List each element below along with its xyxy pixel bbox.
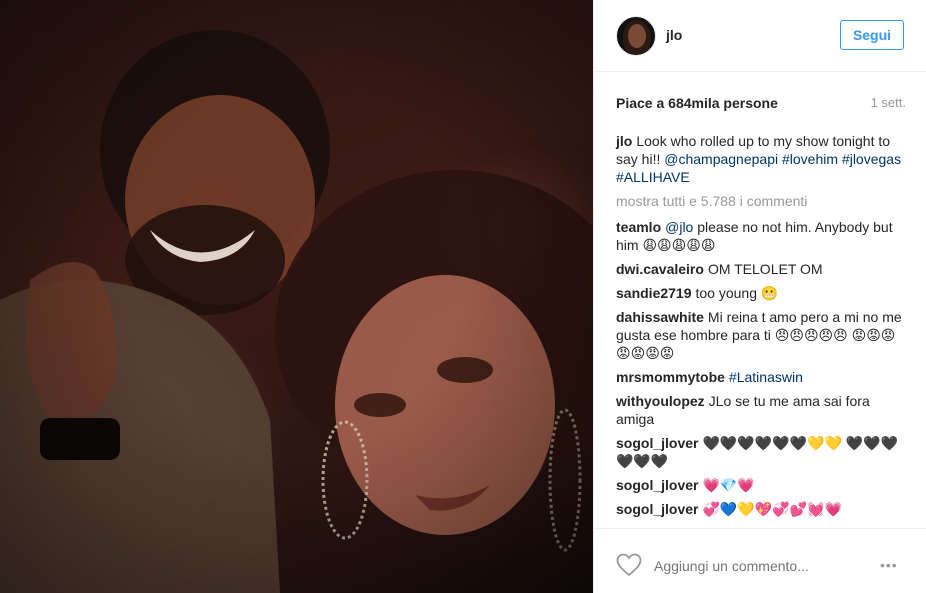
comment-username[interactable]: sogol_jlover <box>616 435 698 451</box>
comment-item: dahissawhite Mi reina t amo pero a mi no … <box>616 308 908 362</box>
comment-item: sogol_jlover 🖤🖤🖤🖤🖤🖤💛💛 🖤🖤🖤🖤🖤🖤 <box>616 434 908 470</box>
comment-text: 💞💙💛💖💞💕💓💗 <box>702 501 842 517</box>
comment-text: 💗💎💗 <box>702 477 755 493</box>
add-comment-input[interactable] <box>652 555 866 577</box>
comment-username[interactable]: dahissawhite <box>616 309 704 325</box>
more-options-icon[interactable]: ••• <box>880 557 898 573</box>
post-time[interactable]: 1 sett. <box>871 95 906 110</box>
caption-username[interactable]: jlo <box>616 133 632 149</box>
avatar-face <box>628 24 646 48</box>
comment-username[interactable]: sogol_jlover <box>616 501 698 517</box>
post-view: jlo Segui Piace a 684mila persone 1 sett… <box>0 0 926 593</box>
comment-item: mrsmommytobe #Latinaswin <box>616 368 908 386</box>
comment-item: dwi.cavaleiro OM TELOLET OM <box>616 260 908 278</box>
comment-username[interactable]: mrsmommytobe <box>616 369 725 385</box>
caption: jlo Look who rolled up to my show tonight… <box>616 132 908 186</box>
post-header: jlo Segui <box>594 0 926 72</box>
comment-text: OM TELOLET OM <box>707 261 823 277</box>
comment-username[interactable]: teamlo <box>616 219 661 235</box>
comment-item: teamlo @jlo please no not him. Anybody bu… <box>616 218 908 254</box>
comment-item: sogol_jlover 💞💙💛💖💞💕💓💗 <box>616 500 908 518</box>
comment-username[interactable]: withyoulopez <box>616 393 705 409</box>
comment-username[interactable]: sandie2719 <box>616 285 692 301</box>
likes-row: Piace a 684mila persone 1 sett. <box>616 95 906 113</box>
heart-icon[interactable] <box>616 553 642 577</box>
comment-mention[interactable]: @jlo <box>665 219 693 235</box>
caption-mention[interactable]: @champagnepapi <box>664 151 778 167</box>
comment-hashtag[interactable]: #Latinaswin <box>729 369 803 385</box>
comment-item: sandie2719 too young 😬 <box>616 284 908 302</box>
comments-list: jlo Look who rolled up to my show tonight… <box>616 132 908 524</box>
comment-item: withyoulopez JLo se tu me ama sai fora am… <box>616 392 908 428</box>
comment-username[interactable]: dwi.cavaleiro <box>616 261 704 277</box>
header-username[interactable]: jlo <box>666 27 682 43</box>
post-sidebar: jlo Segui Piace a 684mila persone 1 sett… <box>593 0 926 593</box>
follow-button[interactable]: Segui <box>840 20 904 50</box>
photo-vignette <box>0 0 593 593</box>
avatar[interactable] <box>616 16 656 56</box>
add-comment-bar: ••• <box>594 528 926 593</box>
post-photo[interactable] <box>0 0 593 593</box>
comment-text: too young 😬 <box>695 285 779 301</box>
comment-username[interactable]: sogol_jlover <box>616 477 698 493</box>
likes-count[interactable]: Piace a 684mila persone <box>616 95 778 111</box>
comment-item: sogol_jlover 💗💎💗 <box>616 476 908 494</box>
view-all-comments-link[interactable]: mostra tutti e 5.788 i commenti <box>616 192 908 210</box>
